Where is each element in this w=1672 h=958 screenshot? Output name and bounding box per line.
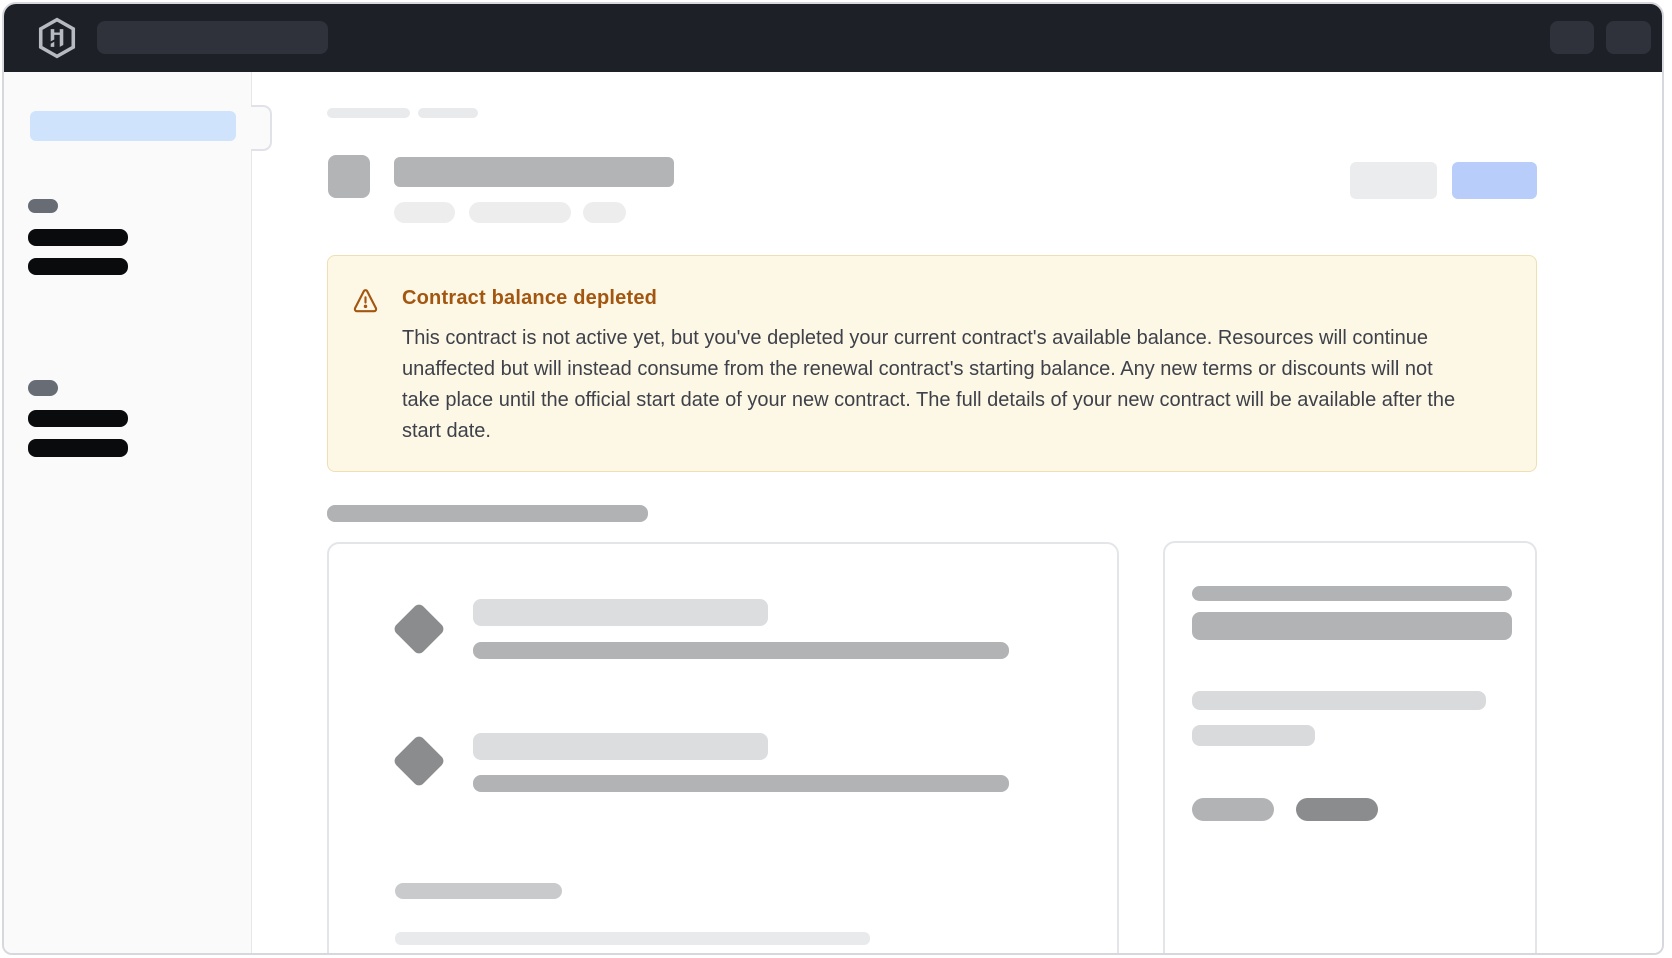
summary-heading-skeleton bbox=[1192, 612, 1512, 640]
alert-body: This contract is not active yet, but you… bbox=[402, 323, 1462, 447]
alert-title: Contract balance depleted bbox=[402, 287, 657, 310]
resource-name-skeleton bbox=[473, 599, 768, 626]
sidebar-item-skeleton bbox=[28, 229, 128, 246]
row-skeleton bbox=[395, 932, 870, 945]
tag-pill-skeleton bbox=[1296, 798, 1378, 821]
main-content: Contract balance depleted This contract … bbox=[252, 72, 1662, 953]
user-menu-button[interactable] bbox=[1606, 21, 1651, 54]
section-title-skeleton bbox=[327, 505, 648, 522]
sidebar-group-label-skeleton bbox=[28, 380, 58, 396]
secondary-action-button[interactable] bbox=[1350, 162, 1437, 199]
warning-triangle-icon bbox=[352, 287, 379, 314]
summary-line-skeleton bbox=[1192, 691, 1486, 710]
sidebar-group-label-skeleton bbox=[28, 199, 58, 213]
resource-diamond-icon bbox=[392, 602, 446, 656]
meta-pill-skeleton bbox=[583, 202, 626, 223]
app-window: Contract balance depleted This contract … bbox=[2, 2, 1664, 955]
meta-pill-skeleton bbox=[469, 202, 571, 223]
meta-pill-skeleton bbox=[394, 202, 455, 223]
breadcrumb-skeleton bbox=[327, 108, 410, 118]
top-navbar bbox=[4, 4, 1662, 72]
sidebar-item-skeleton bbox=[28, 258, 128, 275]
sidebar bbox=[4, 72, 252, 953]
page-title-skeleton bbox=[394, 157, 674, 187]
resource-detail-skeleton bbox=[473, 775, 1009, 792]
help-menu-button[interactable] bbox=[1550, 21, 1594, 54]
sidebar-item-selected[interactable] bbox=[30, 111, 236, 141]
search-input[interactable] bbox=[97, 21, 328, 54]
hashicorp-logo-icon bbox=[36, 17, 78, 59]
summary-card bbox=[1163, 541, 1537, 955]
resource-name-skeleton bbox=[473, 733, 768, 760]
sidebar-collapse-handle[interactable] bbox=[251, 105, 272, 151]
summary-line-skeleton bbox=[1192, 725, 1315, 746]
contract-balance-alert: Contract balance depleted This contract … bbox=[327, 255, 1537, 472]
resource-diamond-icon bbox=[392, 734, 446, 788]
primary-action-button[interactable] bbox=[1452, 162, 1537, 199]
page-icon-skeleton bbox=[328, 155, 370, 198]
breadcrumb-skeleton bbox=[418, 108, 478, 118]
tag-pill-skeleton bbox=[1192, 798, 1274, 821]
sidebar-item-skeleton bbox=[28, 439, 128, 457]
summary-title-skeleton bbox=[1192, 586, 1512, 601]
resource-detail-skeleton bbox=[473, 642, 1009, 659]
resources-card bbox=[327, 542, 1119, 955]
label-skeleton bbox=[395, 883, 562, 899]
sidebar-item-skeleton bbox=[28, 410, 128, 427]
